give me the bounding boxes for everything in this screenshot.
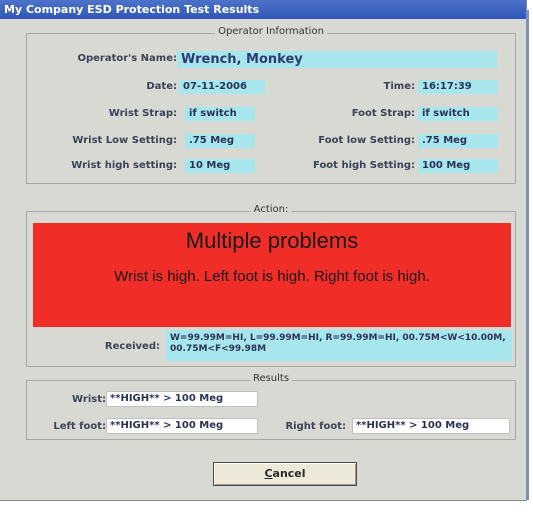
cancel-button-label: ancel — [272, 467, 306, 480]
date-label: Date: — [146, 81, 177, 92]
wrist-strap-label: Wrist Strap: — [108, 108, 177, 119]
action-legend: Action: — [250, 204, 292, 215]
operator-info-legend: Operator Information — [215, 26, 327, 37]
wrist-low-label: Wrist Low Setting: — [72, 135, 177, 146]
right-foot-result-label: Right foot: — [285, 421, 346, 432]
alert-title: Multiple problems — [185, 228, 359, 253]
left-foot-result-field: **HIGH** > 100 Meg — [106, 418, 258, 434]
foot-low-label: Foot low Setting: — [318, 135, 415, 146]
foot-strap-label: Foot Strap: — [351, 108, 415, 119]
foot-strap-field: if switch — [418, 107, 498, 121]
foot-low-field: .75 Meg — [418, 134, 498, 148]
window-edge — [526, 10, 529, 500]
wrist-low-field: .75 Meg — [185, 134, 255, 148]
time-field: 16:17:39 — [418, 80, 498, 94]
wrist-strap-field: if switch — [185, 107, 255, 121]
date-field: 07-11-2006 — [179, 80, 265, 94]
wrist-result-label: Wrist: — [72, 394, 106, 405]
left-foot-result-label: Left foot: — [53, 421, 106, 432]
alert-banner: Multiple problems Wrist is high. Left fo… — [33, 223, 511, 327]
foot-high-label: Foot high Setting: — [313, 160, 415, 171]
time-label: Time: — [383, 81, 415, 92]
right-foot-result-field: **HIGH** > 100 Meg — [352, 418, 510, 434]
wrist-high-field: 10 Meg — [185, 159, 255, 173]
operator-name-label: Operator's Name: — [77, 53, 177, 64]
cancel-button[interactable]: Cancel — [213, 462, 357, 486]
alert-message: Wrist is high. Left foot is high. Right … — [114, 268, 430, 285]
received-label: Received: — [104, 341, 160, 352]
wrist-result-field: **HIGH** > 100 Meg — [106, 391, 258, 407]
operator-name-field: Wrench, Monkey — [177, 51, 497, 68]
received-field: W=99.99M=HI, L=99.99M=HI, R=99.99M=HI, 0… — [166, 330, 512, 361]
results-legend: Results — [249, 373, 293, 384]
title-bar[interactable]: My Company ESD Protection Test Results — [0, 0, 526, 19]
foot-high-field: 100 Meg — [418, 159, 498, 173]
cancel-button-mnemonic: C — [264, 467, 273, 480]
dialog-window: My Company ESD Protection Test Results O… — [0, 0, 527, 501]
wrist-high-label: Wrist high setting: — [71, 160, 177, 171]
